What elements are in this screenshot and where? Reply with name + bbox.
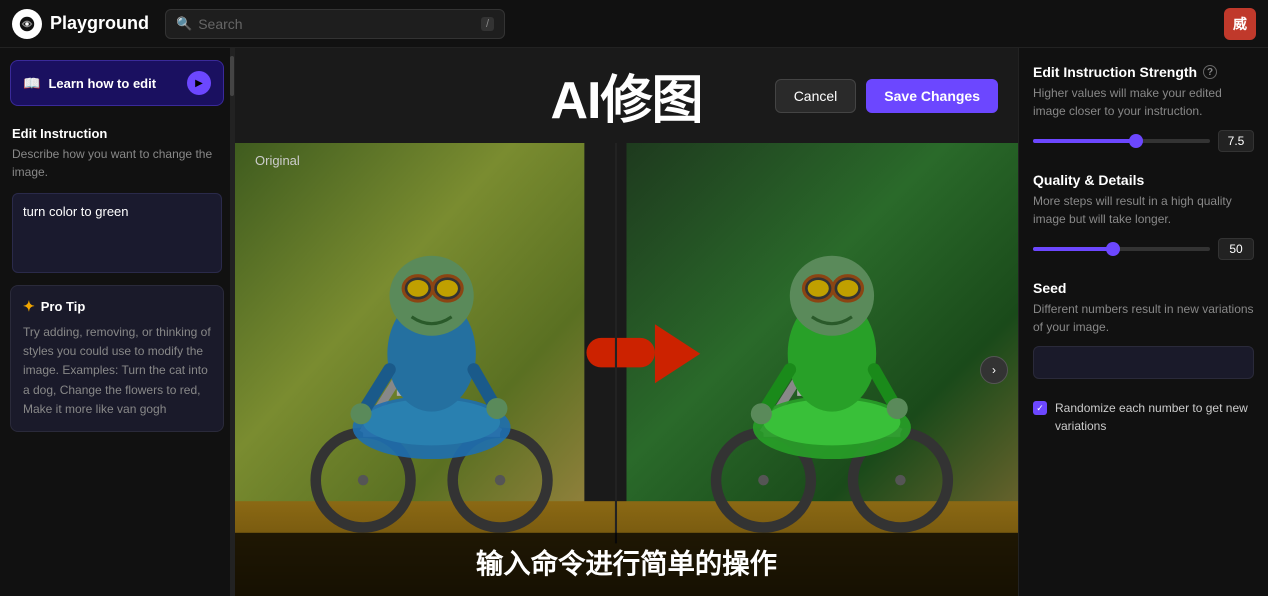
star-icon: ✦ — [23, 298, 35, 315]
learn-how-button[interactable]: 📖 Learn how to edit ▶ — [10, 60, 224, 106]
pro-tip-text: Try adding, removing, or thinking of sty… — [23, 323, 211, 419]
search-icon: 🔍 — [176, 16, 192, 32]
quality-slider-track[interactable] — [1033, 247, 1210, 251]
pro-tip-box: ✦ Pro Tip Try adding, removing, or think… — [10, 285, 224, 432]
center-header: AI修图 Cancel Save Changes — [235, 48, 1018, 143]
header-actions: Cancel Save Changes — [775, 79, 998, 113]
right-panel: Edit Instruction Strength ? Higher value… — [1018, 48, 1268, 596]
strength-desc: Higher values will make your edited imag… — [1033, 84, 1254, 120]
strength-slider-track[interactable] — [1033, 139, 1210, 143]
randomize-row: ✓ Randomize each number to get new varia… — [1033, 399, 1254, 435]
seed-title: Seed — [1033, 280, 1254, 296]
main-layout: 📖 Learn how to edit ▶ Edit Instruction D… — [0, 48, 1268, 596]
edit-instruction-desc: Describe how you want to change the imag… — [12, 145, 222, 181]
quality-slider-row: 50 — [1033, 238, 1254, 260]
strength-section: Edit Instruction Strength ? Higher value… — [1033, 64, 1254, 152]
pro-tip-header: ✦ Pro Tip — [23, 298, 211, 315]
edit-instruction-title: Edit Instruction — [12, 126, 222, 141]
strength-info-icon[interactable]: ? — [1203, 65, 1217, 79]
save-changes-button[interactable]: Save Changes — [866, 79, 998, 113]
page-title: AI修图 — [550, 58, 702, 133]
quality-slider-thumb[interactable] — [1106, 242, 1120, 256]
quality-section: Quality & Details More steps will result… — [1033, 172, 1254, 260]
randomize-label: Randomize each number to get new variati… — [1055, 399, 1254, 435]
left-sidebar: 📖 Learn how to edit ▶ Edit Instruction D… — [0, 48, 235, 596]
strength-slider-fill — [1033, 139, 1136, 143]
quality-title: Quality & Details — [1033, 172, 1254, 188]
quality-value: 50 — [1218, 238, 1254, 260]
quality-slider-fill — [1033, 247, 1113, 251]
search-input[interactable] — [198, 16, 475, 32]
scroll-right-button[interactable]: › — [980, 356, 1008, 384]
svg-text:输入命令进行简单的操作: 输入命令进行简单的操作 — [476, 548, 777, 579]
original-label: Original — [255, 153, 300, 168]
top-nav: Playground 🔍 / 威 — [0, 0, 1268, 48]
book-icon: 📖 — [23, 75, 40, 92]
cancel-button[interactable]: Cancel — [775, 79, 857, 113]
logo-icon — [12, 9, 42, 39]
nav-logo: Playground — [12, 9, 149, 39]
search-bar[interactable]: 🔍 / — [165, 9, 505, 39]
search-kbd: / — [481, 17, 494, 31]
quality-desc: More steps will result in a high quality… — [1033, 192, 1254, 228]
strength-slider-row: 7.5 — [1033, 130, 1254, 152]
instruction-textarea[interactable]: turn color to green — [12, 193, 222, 273]
play-button[interactable]: ▶ — [187, 71, 211, 95]
avatar[interactable]: 威 — [1224, 8, 1256, 40]
center-content: AI修图 Cancel Save Changes Original › — [235, 48, 1018, 596]
strength-title: Edit Instruction Strength ? — [1033, 64, 1254, 80]
seed-desc: Different numbers result in new variatio… — [1033, 300, 1254, 336]
strength-slider-thumb[interactable] — [1129, 134, 1143, 148]
play-icon: ▶ — [195, 78, 203, 89]
learn-how-label-group: 📖 Learn how to edit — [23, 75, 156, 92]
logo-text: Playground — [50, 13, 149, 34]
pro-tip-title: Pro Tip — [41, 299, 86, 314]
sidebar-scrollbar — [230, 48, 234, 596]
seed-input[interactable] — [1033, 346, 1254, 379]
frog-comparison-image: 输入命令进行简单的操作 — [235, 143, 1018, 596]
seed-section: Seed Different numbers result in new var… — [1033, 280, 1254, 379]
learn-how-label: Learn how to edit — [48, 76, 156, 91]
image-area: Original › — [235, 143, 1018, 596]
edit-instruction-section: Edit Instruction Describe how you want t… — [0, 114, 234, 189]
image-canvas: 输入命令进行简单的操作 — [235, 143, 1018, 596]
strength-value: 7.5 — [1218, 130, 1254, 152]
randomize-checkbox[interactable]: ✓ — [1033, 401, 1047, 415]
